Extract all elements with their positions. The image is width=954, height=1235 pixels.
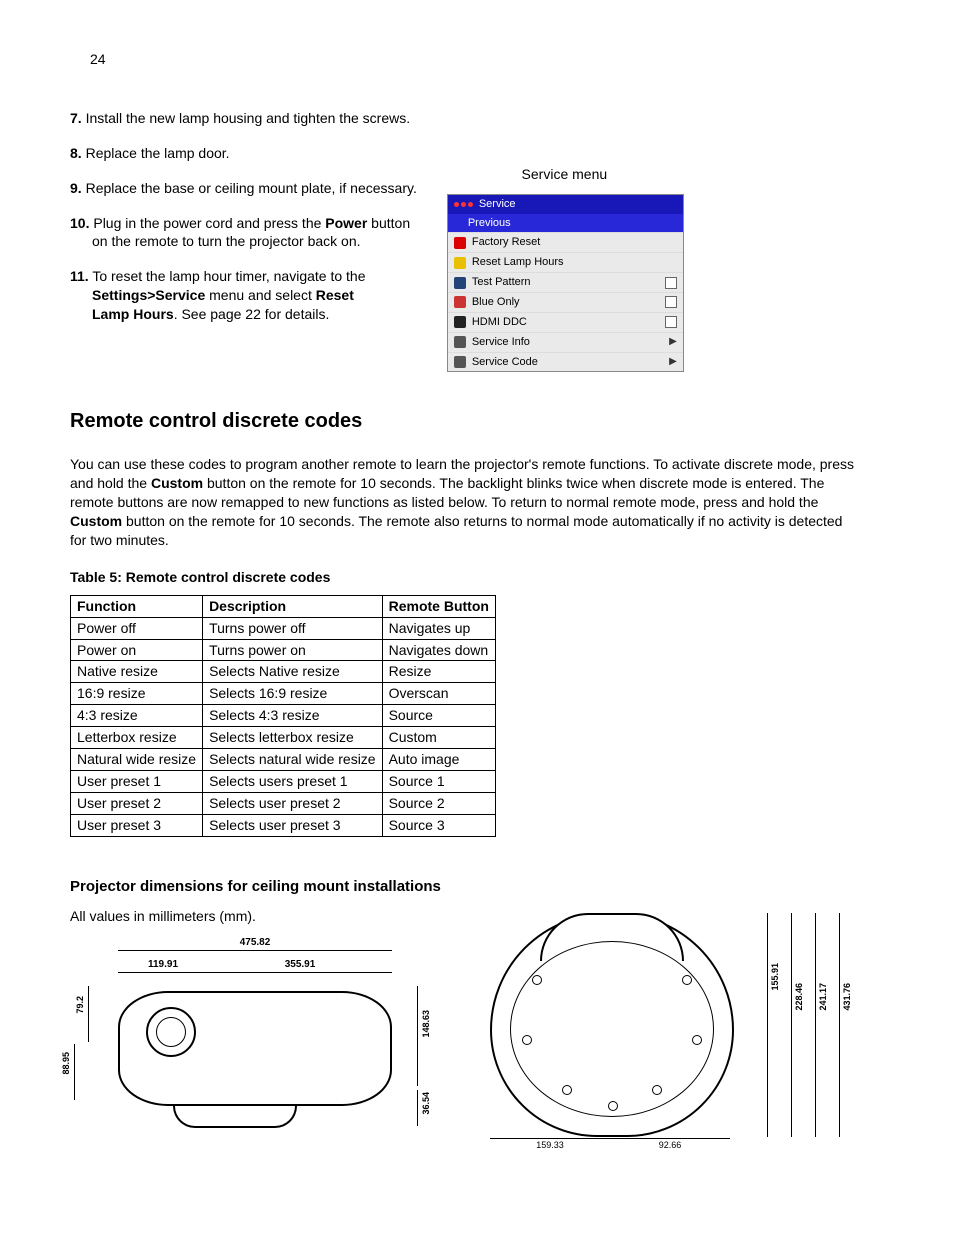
table-row: User preset 3Selects user preset 3Source… (71, 814, 496, 836)
table-cell: Selects users preset 1 (203, 770, 383, 792)
table-cell: Source 3 (382, 814, 495, 836)
table-cell: Custom (382, 727, 495, 749)
projector-top-body-icon (490, 913, 734, 1137)
step-11: 11. To reset the lamp hour timer, naviga… (70, 267, 417, 324)
table-cell: Overscan (382, 683, 495, 705)
table-row: Natural wide resizeSelects natural wide … (71, 748, 496, 770)
service-menu-item: Blue Only (448, 292, 683, 312)
table-header: Remote Button (382, 595, 495, 617)
menu-item-label: HDMI DDC (472, 315, 527, 330)
dimensions-heading: Projector dimensions for ceiling mount i… (70, 877, 884, 897)
step-9: 9. Replace the base or ceiling mount pla… (70, 179, 417, 198)
table-cell: Navigates up (382, 617, 495, 639)
menu-item-icon (454, 316, 466, 328)
table-cell: Selects 16:9 resize (203, 683, 383, 705)
service-menu-item: Factory Reset (448, 232, 683, 252)
section-heading: Remote control discrete codes (70, 408, 884, 435)
service-menu-item: HDMI DDC (448, 312, 683, 332)
dimensions-note: All values in millimeters (mm). (70, 907, 440, 926)
lens-icon (146, 1007, 196, 1057)
menu-item-icon (454, 277, 466, 289)
table-header: Function (71, 595, 203, 617)
service-menu: Service Previous Factory Reset Reset Lamp… (447, 194, 684, 373)
menu-item-label: Service Info (472, 335, 530, 350)
menu-item-icon (454, 336, 466, 348)
arrow-right-icon: ▶ (669, 355, 677, 369)
projector-body-icon (118, 991, 392, 1106)
table-cell: Selects user preset 2 (203, 792, 383, 814)
checkbox-icon (665, 316, 677, 328)
discrete-codes-table: FunctionDescriptionRemote Button Power o… (70, 595, 496, 837)
intro-paragraph: You can use these codes to program anoth… (70, 455, 860, 549)
table-cell: Selects natural wide resize (203, 748, 383, 770)
arrow-right-icon: ▶ (669, 335, 677, 349)
table-cell: Letterbox resize (71, 727, 203, 749)
service-menu-item: Service Info ▶ (448, 332, 683, 352)
menu-item-icon (454, 296, 466, 308)
checkbox-icon (665, 296, 677, 308)
table-row: User preset 2Selects user preset 2Source… (71, 792, 496, 814)
menu-item-icon (454, 237, 466, 249)
table-row: Power offTurns power offNavigates up (71, 617, 496, 639)
table-row: Letterbox resizeSelects letterbox resize… (71, 727, 496, 749)
table-cell: User preset 3 (71, 814, 203, 836)
table-cell: Resize (382, 661, 495, 683)
table-cell: Turns power on (203, 639, 383, 661)
service-menu-caption: Service menu (447, 165, 682, 184)
table-cell: Turns power off (203, 617, 383, 639)
service-menu-item: Test Pattern (448, 272, 683, 292)
menu-item-icon (454, 356, 466, 368)
menu-item-icon (454, 257, 466, 269)
service-menu-item: Service Code ▶ (448, 352, 683, 372)
step-10: 10. Plug in the power cord and press the… (70, 214, 417, 252)
table-cell: Selects letterbox resize (203, 727, 383, 749)
table-cell: Native resize (71, 661, 203, 683)
table-cell: Power on (71, 639, 203, 661)
table-cell: Selects user preset 3 (203, 814, 383, 836)
table-row: User preset 1Selects users preset 1Sourc… (71, 770, 496, 792)
table-cell: Selects Native resize (203, 661, 383, 683)
steps-list: 7. Install the new lamp housing and tigh… (70, 109, 417, 340)
service-menu-figure: Service menu Service Previous Factory Re… (447, 165, 682, 372)
table-cell: Source 2 (382, 792, 495, 814)
step-8: 8. Replace the lamp door. (70, 144, 417, 163)
menu-dots-icon (454, 197, 475, 212)
step-7: 7. Install the new lamp housing and tigh… (70, 109, 417, 128)
table-header: Description (203, 595, 383, 617)
checkbox-icon (665, 277, 677, 289)
top-view-diagram: 155.91 228.46 241.17 431.76 159.33 92.66 (480, 907, 840, 1157)
table-row: Power onTurns power onNavigates down (71, 639, 496, 661)
table-row: 4:3 resizeSelects 4:3 resizeSource (71, 705, 496, 727)
menu-item-label: Factory Reset (472, 235, 540, 250)
table-cell: User preset 1 (71, 770, 203, 792)
page-number: 24 (90, 50, 884, 69)
menu-item-label: Service Code (472, 355, 538, 370)
menu-item-label: Blue Only (472, 295, 520, 310)
projector-foot-icon (173, 1106, 297, 1128)
service-menu-item: Reset Lamp Hours (448, 252, 683, 272)
menu-item-label: Test Pattern (472, 275, 531, 290)
table-cell: Source 1 (382, 770, 495, 792)
menu-item-label: Reset Lamp Hours (472, 255, 564, 270)
table-cell: Selects 4:3 resize (203, 705, 383, 727)
service-menu-title: Service (448, 195, 683, 214)
table-cell: Power off (71, 617, 203, 639)
table-cell: 16:9 resize (71, 683, 203, 705)
table-cell: Auto image (382, 748, 495, 770)
table-cell: Navigates down (382, 639, 495, 661)
table-cell: User preset 2 (71, 792, 203, 814)
table-caption: Table 5: Remote control discrete codes (70, 568, 884, 587)
table-row: 16:9 resizeSelects 16:9 resizeOverscan (71, 683, 496, 705)
table-cell: Natural wide resize (71, 748, 203, 770)
front-view-diagram: 475.82 119.91 355.91 79.2 88.95 148.63 (70, 936, 400, 1136)
table-cell: Source (382, 705, 495, 727)
table-cell: 4:3 resize (71, 705, 203, 727)
table-row: Native resizeSelects Native resizeResize (71, 661, 496, 683)
service-menu-previous: Previous (448, 214, 683, 233)
